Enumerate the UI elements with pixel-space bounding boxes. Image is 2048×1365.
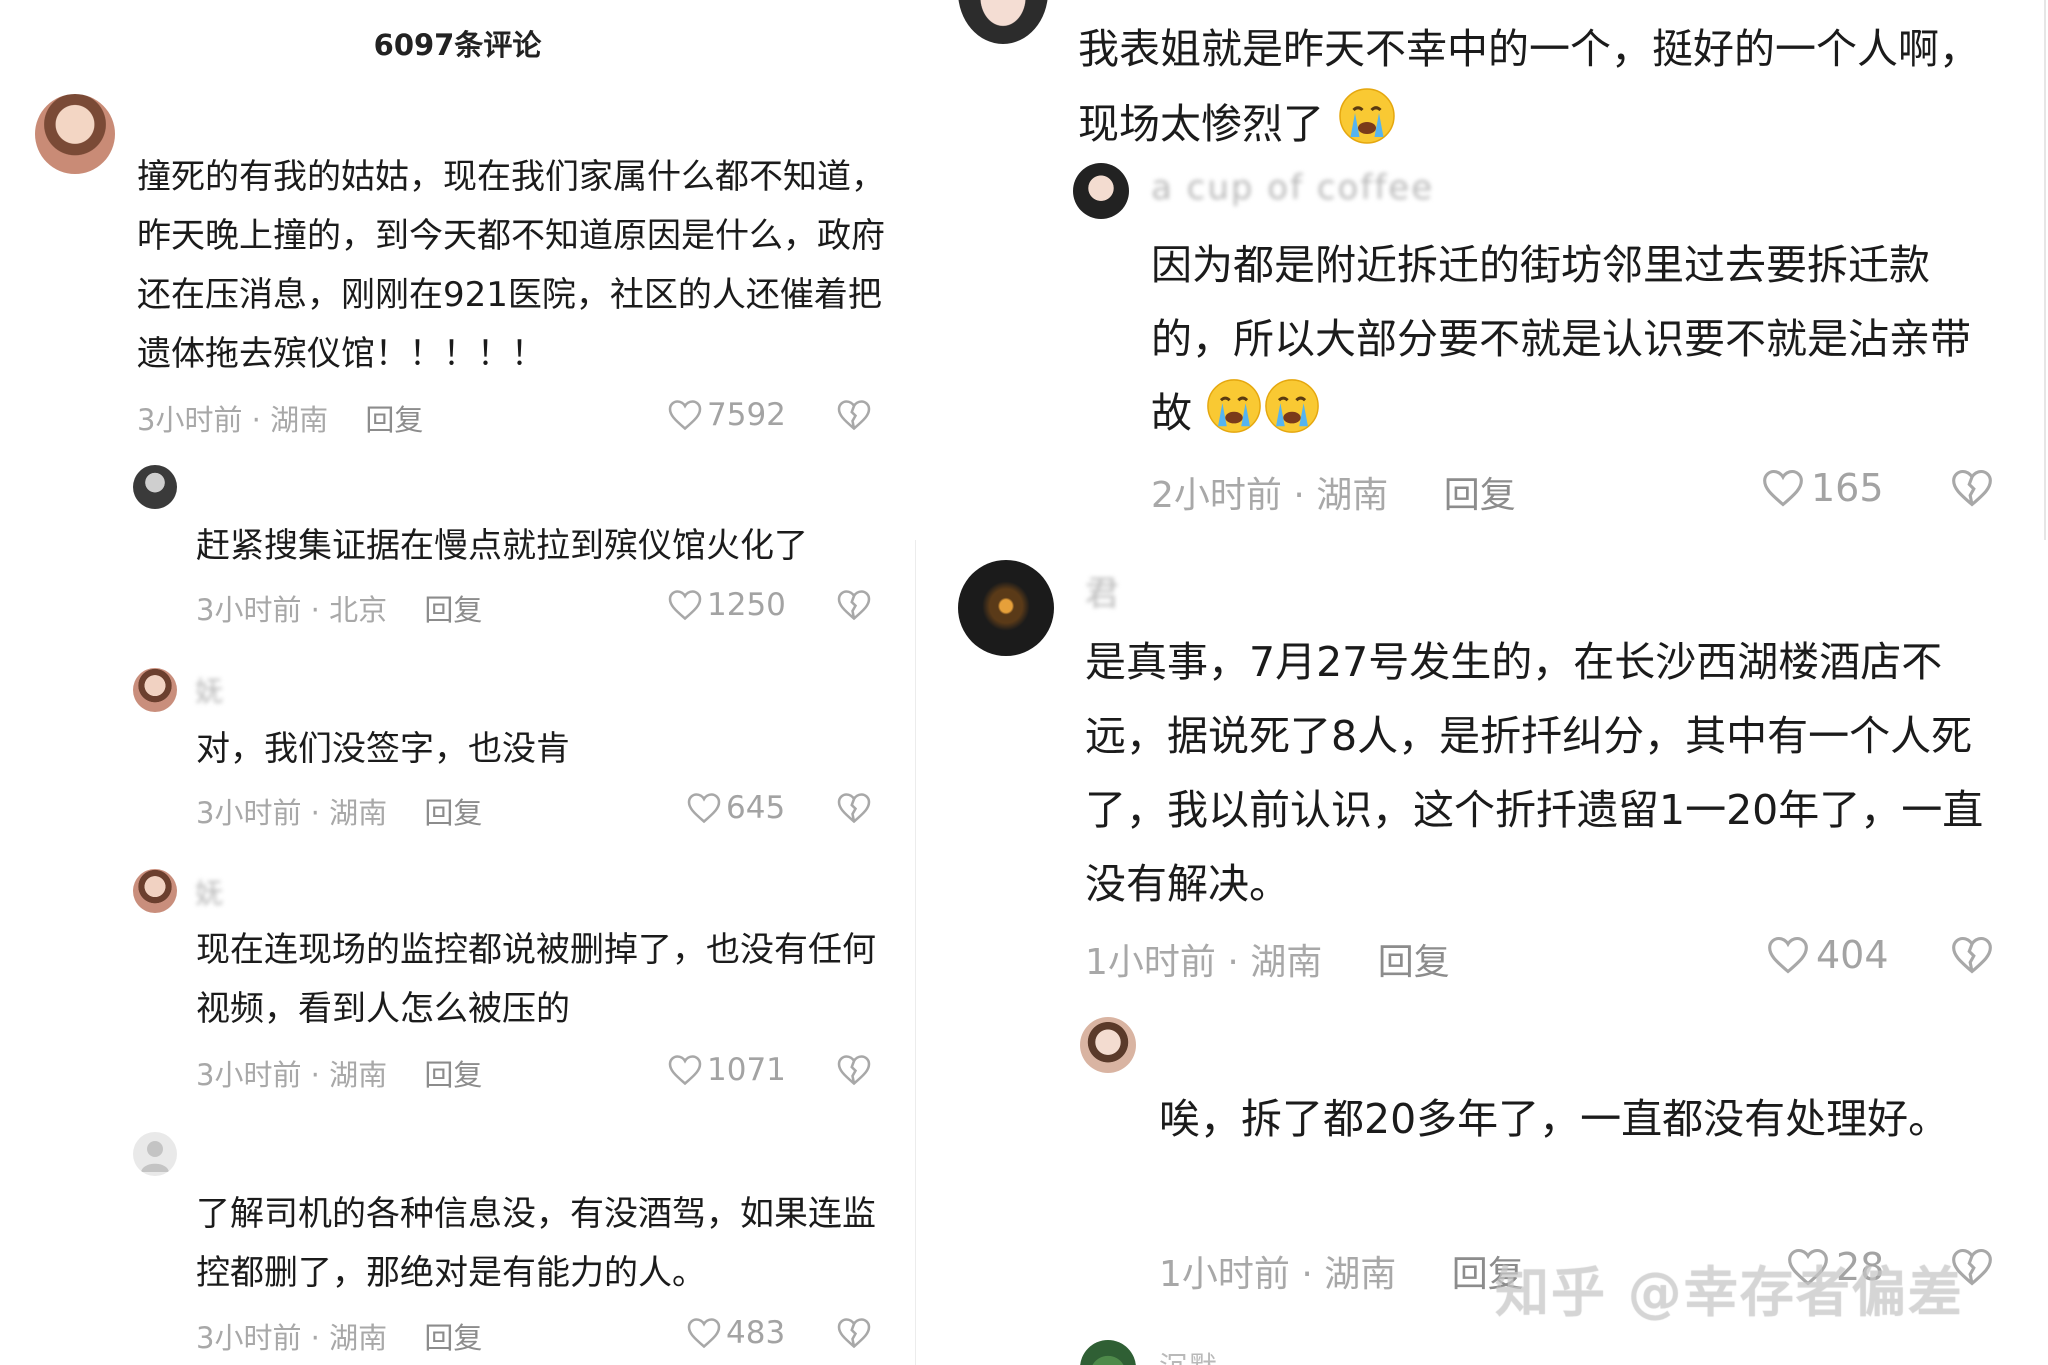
comment-meta: 1小时前 · 湖南 回复 <box>1159 1245 1524 1297</box>
comment-text: 了解司机的各种信息没，有没酒驾，如果连监控都删了，那绝对是有能力的人。 <box>196 1194 876 1293</box>
dislike-button[interactable] <box>836 1053 872 1087</box>
comment-time-location: 2小时前 · 湖南 <box>1151 475 1389 516</box>
broken-heart-icon <box>1952 936 1992 974</box>
dislike-button[interactable] <box>836 1316 872 1350</box>
comment-text-content: 我表姐就是昨天不幸中的一个，挺好的一个人啊，现场太惨烈了 <box>1078 25 1980 148</box>
broken-heart-icon <box>837 1318 871 1349</box>
like-button[interactable]: 1250 <box>667 587 786 623</box>
comment-text: 我表姐就是昨天不幸中的一个，挺好的一个人啊，现场太惨烈了 <box>1078 12 1998 169</box>
comment-time-location: 3小时前 · 湖南 <box>137 403 329 437</box>
comment-time-location: 3小时前 · 湖南 <box>196 1321 388 1355</box>
comment-time-location: 3小时前 · 湖南 <box>196 1058 388 1092</box>
default-avatar-icon[interactable] <box>133 1132 177 1176</box>
dislike-button[interactable] <box>1950 934 1994 976</box>
avatar[interactable] <box>133 465 177 509</box>
watermark: 知乎 @幸存者偏差 <box>1495 1261 1964 1324</box>
avatar[interactable] <box>35 94 115 174</box>
heart-icon <box>1768 936 1808 974</box>
like-button[interactable]: 165 <box>1761 466 1884 510</box>
heart-icon <box>668 1055 702 1086</box>
comment-meta: 1小时前 · 湖南 回复 <box>1085 933 1450 985</box>
comment-meta: 2小时前 · 湖南 回复 <box>1151 466 1516 518</box>
comment-time-location: 1小时前 · 湖南 <box>1085 942 1323 983</box>
reply-button[interactable]: 回复 <box>424 587 482 629</box>
dislike-button[interactable] <box>836 398 872 432</box>
broken-heart-icon <box>1952 469 1992 507</box>
avatar[interactable] <box>1080 1017 1136 1073</box>
comment-meta: 3小时前 · 湖南 回复 <box>196 1315 482 1357</box>
scrollbar[interactable] <box>2044 0 2046 540</box>
reply-button[interactable]: 回复 <box>424 1315 482 1357</box>
comment-username: 妩 <box>195 675 226 708</box>
broken-heart-icon <box>837 590 871 621</box>
avatar[interactable] <box>1080 1340 1136 1365</box>
comment-username: a cup of coffee <box>1151 168 1435 208</box>
heart-icon <box>668 590 702 621</box>
avatar[interactable] <box>133 869 177 913</box>
comment-text: 赶紧搜集证据在慢点就拉到殡仪馆火化了 <box>196 526 808 566</box>
like-count: 404 <box>1816 933 1889 977</box>
comment-text: 唉，拆了都20多年了，一直都没有处理好。 <box>1159 1095 1950 1143</box>
like-button[interactable]: 404 <box>1766 933 1889 977</box>
comment-meta: 3小时前 · 北京 回复 <box>196 587 482 629</box>
reply-button[interactable]: 回复 <box>1444 466 1516 518</box>
like-count: 1250 <box>707 587 786 623</box>
comment-time-location: 1小时前 · 湖南 <box>1159 1254 1397 1295</box>
like-count: 7592 <box>707 397 786 433</box>
heart-icon <box>687 1318 721 1349</box>
comment-meta: 3小时前 · 湖南 回复 <box>196 790 482 832</box>
dislike-button[interactable] <box>836 791 872 825</box>
like-button[interactable]: 483 <box>686 1315 785 1351</box>
like-count: 165 <box>1811 466 1884 510</box>
comment-text: 对，我们没签字，也没肯 <box>196 729 570 769</box>
like-button[interactable]: 645 <box>686 790 785 826</box>
crying-face-icon <box>1337 86 1397 169</box>
crying-face-icon <box>1263 377 1321 458</box>
dislike-button[interactable] <box>836 588 872 622</box>
comment-text: 现在连现场的监控都说被删掉了，也没有任何视频，看到人怎么被压的 <box>196 930 876 1029</box>
avatar[interactable] <box>1073 163 1129 219</box>
comment-meta: 3小时前 · 湖南 回复 <box>137 397 423 439</box>
comment-meta: 3小时前 · 湖南 回复 <box>196 1052 482 1094</box>
like-count: 1071 <box>707 1052 786 1088</box>
broken-heart-icon <box>837 400 871 431</box>
heart-icon <box>687 793 721 824</box>
comment-text: 撞死的有我的姑姑，现在我们家属什么都不知道，昨天晚上撞的，到今天都不知道原因是什… <box>137 157 885 374</box>
comment-username: 沉默 <box>1159 1345 1219 1365</box>
like-count: 645 <box>726 790 786 826</box>
like-button[interactable]: 1071 <box>667 1052 786 1088</box>
broken-heart-icon <box>837 793 871 824</box>
reply-button[interactable]: 回复 <box>424 1052 482 1094</box>
comment-time-location: 3小时前 · 湖南 <box>196 796 388 830</box>
comment-time-location: 3小时前 · 北京 <box>196 593 388 627</box>
heart-icon <box>1763 469 1803 507</box>
like-button[interactable]: 7592 <box>667 397 786 433</box>
broken-heart-icon <box>837 1055 871 1086</box>
reply-button[interactable]: 回复 <box>424 790 482 832</box>
heart-icon <box>668 400 702 431</box>
comment-username: 君 <box>1085 574 1121 614</box>
avatar[interactable] <box>133 668 177 712</box>
avatar[interactable] <box>958 560 1054 656</box>
right-comment-panel: 我表姐就是昨天不幸中的一个，挺好的一个人啊，现场太惨烈了 a cup of co… <box>916 0 2048 1365</box>
reply-button[interactable]: 回复 <box>1378 933 1450 985</box>
like-count: 483 <box>726 1315 786 1351</box>
dislike-button[interactable] <box>1950 467 1994 509</box>
crying-face-icon <box>1205 377 1263 458</box>
avatar[interactable] <box>958 0 1048 44</box>
reply-button[interactable]: 回复 <box>365 397 423 439</box>
left-comment-panel: 6097条评论 撞死的有我的姑姑，现在我们家属什么都不知道，昨天晚上撞的，到今天… <box>0 0 915 1365</box>
comment-username: 妩 <box>195 877 226 910</box>
comment-count-title: 6097条评论 <box>373 28 542 62</box>
comment-text: 是真事，7月27号发生的，在长沙西湖楼酒店不远，据说死了8人，是折扦纠分，其中有… <box>1085 638 1984 908</box>
comment-text: 因为都是附近拆迁的街坊邻里过去要拆迁款的，所以大部分要不就是认识要不就是沾亲带故 <box>1151 228 2011 458</box>
